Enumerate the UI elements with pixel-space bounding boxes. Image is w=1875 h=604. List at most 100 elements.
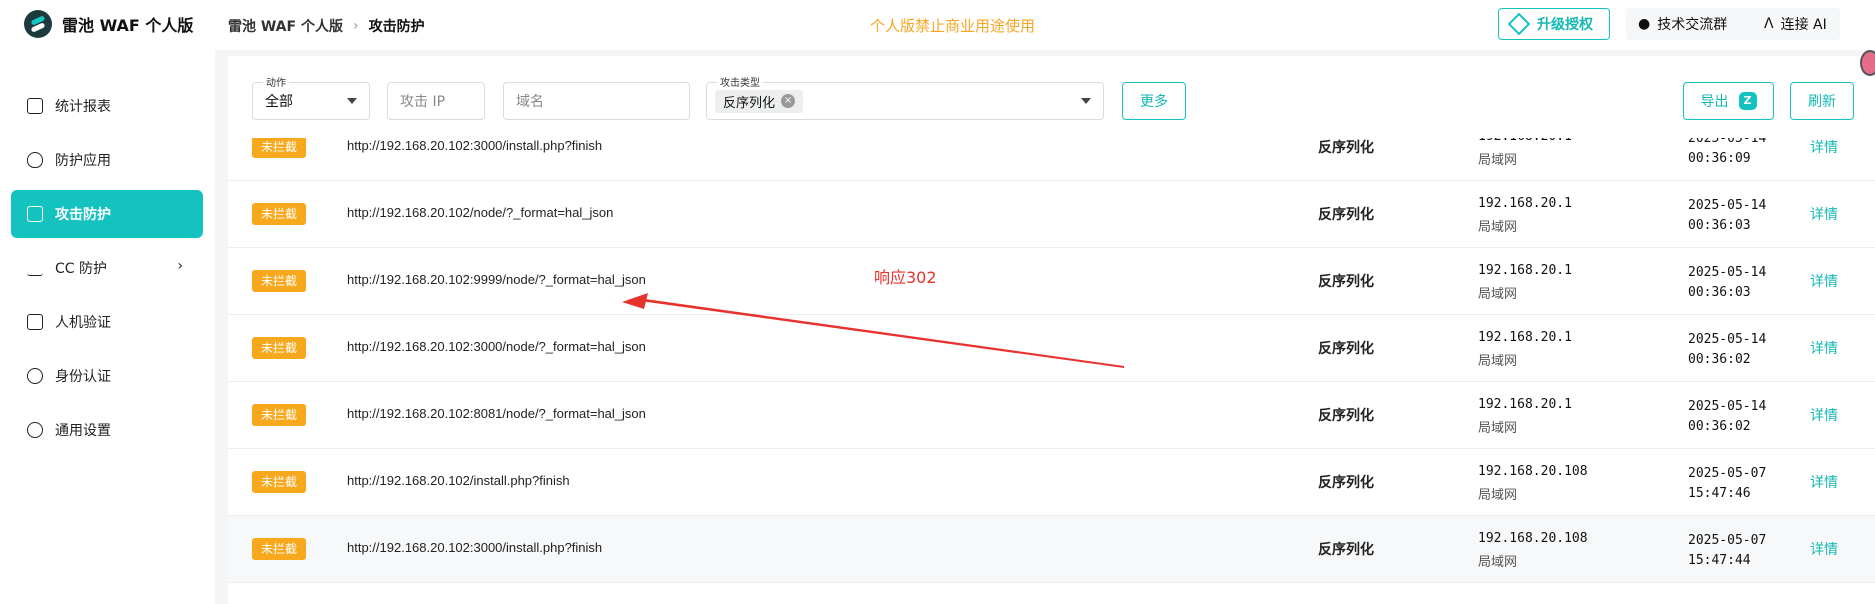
breadcrumb-current: 攻击防护 [368,19,425,35]
status-tag: 未拦截 [252,404,306,426]
table-row[interactable]: 未拦截 http://192.168.20.102/node/?_format=h… [228,181,1875,248]
table-row[interactable]: 未拦截 http://192.168.20.102/install.php?fin… [228,449,1875,516]
sidebar-item-settings[interactable]: 通用设置 [11,406,203,454]
sidebar: 统计报表 防护应用 攻击防护 CC 防护 › 人机验证 身份认证 通用设置 [0,50,215,604]
detail-link[interactable]: 详情 [1810,405,1838,425]
license-notice: 个人版禁止商业用途使用 [870,17,1036,35]
top-bar: 雷池 WAF 个人版 雷池 WAF 个人版 › 攻击防护 个人版禁止商业用途使用… [0,0,1875,50]
app-logo[interactable]: 雷池 WAF 个人版 [24,10,193,38]
breadcrumb-root[interactable]: 雷池 WAF 个人版 [228,16,343,36]
detail-link[interactable]: 详情 [1810,271,1838,291]
attack-clock: 00:36:03 [1688,285,1751,300]
attack-date: 2025-05-14 [1688,265,1767,280]
source-location: 局域网 [1478,354,1518,369]
detail-link[interactable]: 详情 [1810,137,1838,157]
avatar[interactable] [1860,50,1875,76]
detail-link[interactable]: 详情 [1810,472,1838,492]
shield-icon [27,152,43,168]
sidebar-item-attack-protection[interactable]: 攻击防护 [11,190,203,238]
detail-link[interactable]: 详情 [1810,539,1838,559]
ai-icon: Λ [1764,16,1774,32]
diamond-icon [1507,12,1531,36]
attack-type: 反序列化 [1318,542,1374,558]
breadcrumb: 雷池 WAF 个人版 › 攻击防护 [228,16,425,36]
attack-time: 2025-05-07 15:47:44 [1688,531,1766,571]
sidebar-item-captcha[interactable]: 人机验证 [11,298,203,346]
sidebar-item-label: 人机验证 [55,315,111,331]
export-button[interactable]: 导出 Z [1683,82,1774,120]
attack-type-chip[interactable]: 反序列化 × [715,89,804,113]
table-row[interactable]: 未拦截 http://192.168.20.102:8081/node/?_for… [228,382,1875,449]
source-ip: 192.168.20.1 [1478,196,1572,211]
sidebar-item-cc-protection[interactable]: CC 防护 › [11,244,203,292]
sidebar-item-label: 攻击防护 [55,207,111,223]
status-tag: 未拦截 [252,203,306,225]
attack-clock: 15:47:44 [1688,553,1751,568]
status-tag: 未拦截 [252,270,306,292]
attack-type: 反序列化 [1318,274,1374,290]
attack-type-chip-label: 反序列化 [723,95,776,111]
domain-input[interactable]: 域名 [503,82,690,120]
attack-time: 2025-05-14 00:36:02 [1688,330,1766,370]
filter-bar: 动作 全部 攻击 IP 域名 攻击类型 反序列化 × 更多 导出 Z 刷新 [228,56,1875,138]
request-url: http://192.168.20.102:3000/node/?_format… [347,339,646,354]
table-row[interactable]: 未拦截 http://192.168.20.102:3000/node/?_for… [228,315,1875,382]
attack-icon [27,206,43,222]
tech-group-button[interactable]: ● 技术交流群 [1626,8,1762,40]
table-row[interactable]: 未拦截 http://192.168.20.102:9999/node/?_for… [228,248,1875,315]
chevron-down-icon [347,98,357,104]
refresh-button[interactable]: 刷新 [1790,82,1854,120]
sidebar-item-protected-apps[interactable]: 防护应用 [11,136,203,184]
attack-type-label: 攻击类型 [717,74,763,89]
app-title: 雷池 WAF 个人版 [62,16,194,35]
attack-type: 反序列化 [1318,341,1374,357]
table-row[interactable]: 未拦截 http://192.168.20.102:3000/install.ph… [228,516,1875,583]
source-ip: 192.168.20.1 [1478,397,1572,412]
upgrade-button[interactable]: 升级授权 [1498,8,1610,40]
attack-clock: 00:36:03 [1688,218,1751,233]
close-icon[interactable]: × [781,94,796,108]
more-button[interactable]: 更多 [1122,82,1186,120]
attack-time: 2025-05-14 00:36:02 [1688,397,1766,437]
detail-link[interactable]: 详情 [1810,338,1838,358]
attack-type: 反序列化 [1318,475,1374,491]
sidebar-item-statistics[interactable]: 统计报表 [11,82,203,130]
attack-type: 反序列化 [1318,207,1374,223]
tech-group-label: 技术交流群 [1657,17,1728,33]
attack-type-select[interactable]: 攻击类型 反序列化 × [706,74,1104,120]
wave-icon [27,260,43,276]
source-location: 局域网 [1478,488,1518,503]
logo-icon [24,10,52,38]
attack-type: 反序列化 [1318,408,1374,424]
attack-ip-placeholder: 攻击 IP [400,94,446,110]
upgrade-label: 升级授权 [1537,17,1593,33]
sidebar-item-label: 通用设置 [55,423,111,439]
action-select[interactable]: 动作 全部 [252,74,370,120]
request-url: http://192.168.20.102/install.php?finish [347,473,570,488]
connect-ai-button[interactable]: Λ 连接 AI [1752,8,1840,40]
source-ip: 192.168.20.108 [1478,464,1588,479]
chevron-down-icon [1081,98,1091,104]
status-tag: 未拦截 [252,538,306,560]
attack-date: 2025-05-07 [1688,533,1767,548]
action-label: 动作 [263,74,289,89]
status-tag: 未拦截 [252,136,306,158]
chevron-right-icon: › [177,258,183,274]
source-ip: 192.168.20.1 [1478,330,1572,345]
attack-ip-input[interactable]: 攻击 IP [387,82,485,120]
request-url: http://192.168.20.102:9999/node/?_format… [347,272,646,287]
connect-ai-label: 连接 AI [1780,17,1827,33]
request-url: http://192.168.20.102:3000/install.php?f… [347,540,603,555]
attack-time: 2025-05-07 15:47:46 [1688,464,1766,504]
detail-link[interactable]: 详情 [1810,204,1838,224]
source-location: 局域网 [1478,153,1518,168]
attack-time: 2025-05-14 00:36:03 [1688,263,1766,303]
status-tag: 未拦截 [252,337,306,359]
source-location: 局域网 [1478,287,1518,302]
robot-icon [27,314,43,330]
sidebar-item-auth[interactable]: 身份认证 [11,352,203,400]
attack-clock: 15:47:46 [1688,486,1751,501]
chevron-right-icon: › [352,18,359,34]
attack-time: 2025-05-14 00:36:03 [1688,196,1766,236]
refresh-label: 刷新 [1808,94,1836,110]
